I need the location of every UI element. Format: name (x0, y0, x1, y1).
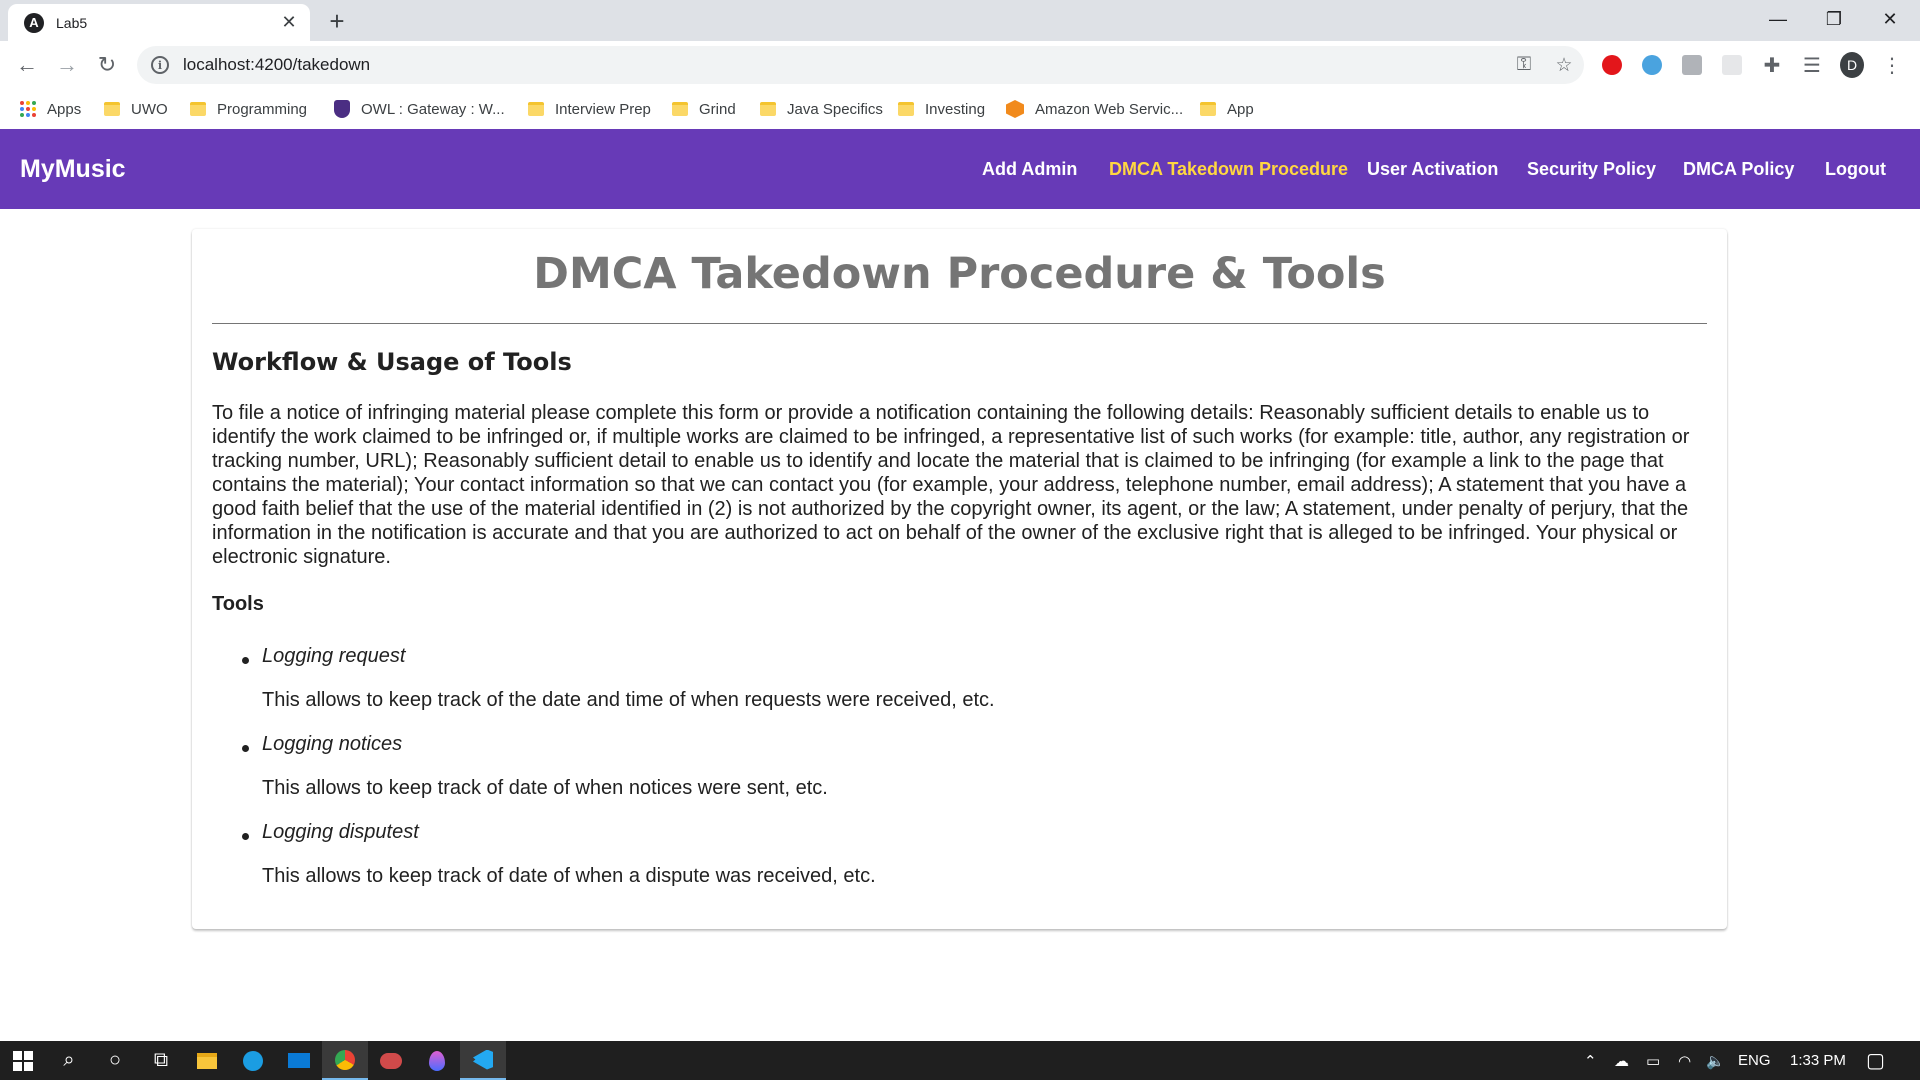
edge-icon[interactable] (230, 1041, 276, 1080)
back-icon[interactable]: ← (12, 50, 42, 80)
windows-taskbar: ⌕ ○ ⧉ ⌃ ☁ ▭ ◠ 🔈 ENG 1:33 PM ▢ (0, 1041, 1920, 1080)
address-bar[interactable]: i localhost:4200/takedown ⚿ ☆ (137, 46, 1584, 84)
bullet-icon (242, 833, 249, 840)
section-heading: Workflow & Usage of Tools (212, 348, 572, 376)
onedrive-icon[interactable]: ☁ (1614, 1041, 1629, 1080)
drop-app-icon[interactable] (414, 1041, 460, 1080)
nav-dmca-policy[interactable]: DMCA Policy (1683, 129, 1794, 209)
bookmark-java-specifics[interactable]: Java Specifics (760, 96, 883, 122)
extension-gray-icon[interactable] (1680, 53, 1704, 77)
bullet-icon (242, 745, 249, 752)
shield-icon (334, 100, 350, 118)
bookmark-investing[interactable]: Investing (898, 96, 985, 122)
bookmark-owl-gateway[interactable]: OWL : Gateway : W... (334, 96, 505, 122)
folder-icon (672, 102, 688, 116)
bullet-icon (242, 657, 249, 664)
forward-icon[interactable]: → (52, 50, 82, 80)
tools-heading: Tools (212, 593, 264, 615)
bookmark-interview-prep[interactable]: Interview Prep (528, 96, 651, 122)
aws-cube-icon (1006, 100, 1024, 118)
wifi-icon[interactable]: ◠ (1678, 1041, 1691, 1080)
bookmarks-bar: Apps UWO Programming OWL : Gateway : W..… (0, 89, 1920, 129)
nav-logout[interactable]: Logout (1825, 129, 1886, 209)
task-view-icon[interactable]: ⧉ (138, 1041, 184, 1080)
opera-extension-icon[interactable] (1600, 53, 1624, 77)
folder-icon (190, 102, 206, 116)
folder-icon (104, 102, 120, 116)
nav-add-admin[interactable]: Add Admin (982, 129, 1077, 209)
title-divider (212, 323, 1707, 324)
nav-user-activation[interactable]: User Activation (1367, 129, 1498, 209)
chrome-icon[interactable] (322, 1041, 368, 1080)
browser-toolbar: ← → ↻ i localhost:4200/takedown ⚿ ☆ ✚ ☰ … (0, 41, 1920, 89)
extension-light-icon[interactable] (1720, 53, 1744, 77)
volume-icon[interactable]: 🔈 (1706, 1041, 1725, 1080)
procedure-paragraph: To file a notice of infringing material … (212, 402, 1690, 568)
tool-title: Logging notices (262, 733, 403, 755)
browser-tab[interactable]: A Lab5 ✕ (8, 4, 310, 41)
nav-security-policy[interactable]: Security Policy (1527, 129, 1656, 209)
brand-logo[interactable]: MyMusic (20, 129, 126, 209)
clock[interactable]: 1:33 PM (1790, 1041, 1846, 1080)
restore-icon[interactable]: ❐ (1806, 0, 1862, 38)
tool-description: This allows to keep track of the date an… (262, 689, 995, 711)
reading-list-icon[interactable]: ☰ (1800, 53, 1824, 77)
bookmark-uwo[interactable]: UWO (104, 96, 168, 122)
notifications-icon[interactable]: ▢ (1866, 1041, 1885, 1080)
search-icon[interactable]: ⌕ (46, 1041, 92, 1080)
battery-icon[interactable]: ▭ (1646, 1041, 1660, 1080)
minimize-icon[interactable]: — (1750, 0, 1806, 38)
url-text[interactable]: localhost:4200/takedown (183, 55, 1504, 75)
extension-blue-icon[interactable] (1640, 53, 1664, 77)
nav-dmca-takedown[interactable]: DMCA Takedown Procedure (1109, 129, 1348, 209)
content-card: DMCA Takedown Procedure & Tools Workflow… (192, 229, 1727, 929)
bookmark-grind[interactable]: Grind (672, 96, 736, 122)
bookmark-programming[interactable]: Programming (190, 96, 307, 122)
tool-description: This allows to keep track of date of whe… (262, 865, 876, 887)
bookmark-aws[interactable]: Amazon Web Servic... (1006, 96, 1183, 122)
angular-icon: A (24, 12, 44, 33)
bookmark-apps[interactable]: Apps (20, 96, 81, 122)
app-icon[interactable] (368, 1041, 414, 1080)
vscode-icon[interactable] (460, 1041, 506, 1080)
browser-menu-icon[interactable]: ⋮ (1880, 53, 1904, 77)
new-tab-icon[interactable]: + (322, 6, 352, 36)
apps-grid-icon (20, 101, 36, 117)
app-navbar: MyMusic Add Admin DMCA Takedown Procedur… (0, 129, 1920, 209)
tool-title: Logging disputest (262, 821, 419, 843)
bookmark-app[interactable]: App (1200, 96, 1254, 122)
mail-icon[interactable] (276, 1041, 322, 1080)
folder-icon (528, 102, 544, 116)
extensions-puzzle-icon[interactable]: ✚ (1760, 53, 1784, 77)
reload-icon[interactable]: ↻ (92, 50, 122, 80)
window-close-icon[interactable]: ✕ (1862, 0, 1918, 38)
language-indicator[interactable]: ENG (1738, 1041, 1771, 1080)
profile-avatar[interactable]: D (1840, 52, 1864, 78)
file-explorer-icon[interactable] (184, 1041, 230, 1080)
windows-start-icon[interactable] (0, 1041, 46, 1080)
bookmark-star-icon[interactable]: ☆ (1544, 54, 1584, 77)
key-icon[interactable]: ⚿ (1504, 54, 1544, 76)
show-hidden-icons-icon[interactable]: ⌃ (1584, 1041, 1597, 1080)
folder-icon (898, 102, 914, 116)
tool-description: This allows to keep track of date of whe… (262, 777, 828, 799)
folder-icon (1200, 102, 1216, 116)
close-tab-icon[interactable]: ✕ (278, 12, 300, 33)
folder-icon (760, 102, 776, 116)
page-title: DMCA Takedown Procedure & Tools (533, 249, 1386, 299)
site-info-icon[interactable]: i (151, 56, 169, 74)
browser-tab-strip: A Lab5 ✕ + — ❐ ✕ (0, 0, 1920, 41)
cortana-icon[interactable]: ○ (92, 1041, 138, 1080)
tab-title: Lab5 (56, 14, 88, 31)
tool-title: Logging request (262, 645, 406, 667)
